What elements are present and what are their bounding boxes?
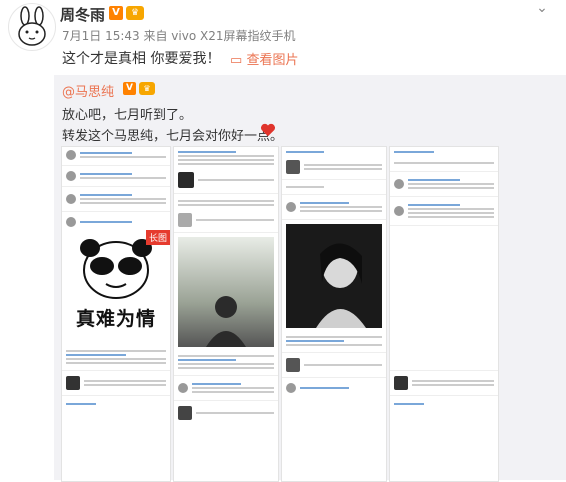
repost-text-line-2: 转发这个马思纯，七月会对你好一点。 [62, 129, 284, 144]
image-icon: ▭ [230, 53, 243, 68]
list-item [282, 157, 386, 177]
list-item [390, 174, 498, 194]
list-item [282, 380, 386, 396]
repost-member-crown-icon: ♛ [139, 82, 155, 95]
portrait-silhouette-icon [316, 243, 366, 328]
rabbit-avatar-icon [18, 6, 46, 46]
list-item [390, 157, 498, 169]
screenshot-column-4[interactable] [389, 146, 499, 482]
weibo-post: 周冬雨 V ♛ ⌄ 7月1日 15:43 来自 vivo X21屏幕指纹手机 这… [0, 0, 566, 482]
post-content: 这个才是真相 你要爱我！ [62, 51, 221, 67]
list-item [174, 169, 278, 191]
screenshot-column-1[interactable]: 长图 真难为情 [61, 146, 171, 482]
list-item [174, 378, 278, 398]
panda-meme-image: 长图 真难为情 [62, 230, 170, 334]
list-item [62, 373, 170, 393]
repost-author[interactable]: @马思纯 [62, 81, 114, 100]
verified-badge: V [109, 6, 123, 20]
repost-text-line-1: 放心吧，七月听到了。 [62, 108, 193, 123]
list-item [390, 398, 498, 410]
list-item [62, 168, 170, 184]
list-item [390, 199, 498, 223]
list-item [62, 147, 170, 163]
view-picture-link[interactable]: ▭ 查看图片 [230, 49, 298, 68]
chevron-down-icon[interactable]: ⌄ [530, 0, 554, 18]
screenshot-column-2[interactable] [173, 146, 279, 482]
list-item [174, 210, 278, 230]
list-item [62, 214, 170, 230]
person-silhouette-icon [206, 296, 246, 347]
long-image-badge: 长图 [145, 230, 170, 245]
member-crown-icon: ♛ [126, 6, 144, 20]
heart-icon [260, 123, 276, 137]
list-item [282, 197, 386, 217]
list-item [282, 355, 386, 375]
list-item [174, 403, 278, 423]
view-picture-label: 查看图片 [246, 53, 299, 68]
post-meta: 7月1日 15:43 来自 vivo X21屏幕指纹手机 [62, 29, 296, 43]
post-author[interactable]: 周冬雨 [60, 4, 105, 25]
repost-verified-badge: V [123, 82, 136, 95]
photo-woman-portrait [286, 224, 382, 328]
list-item [62, 189, 170, 209]
screenshot-column-3[interactable] [281, 146, 387, 482]
panda-caption: 真难为情 [75, 308, 156, 330]
avatar[interactable] [8, 3, 56, 51]
list-item [390, 373, 498, 393]
list-item [62, 398, 170, 410]
photo-woman-outdoor [178, 237, 274, 347]
